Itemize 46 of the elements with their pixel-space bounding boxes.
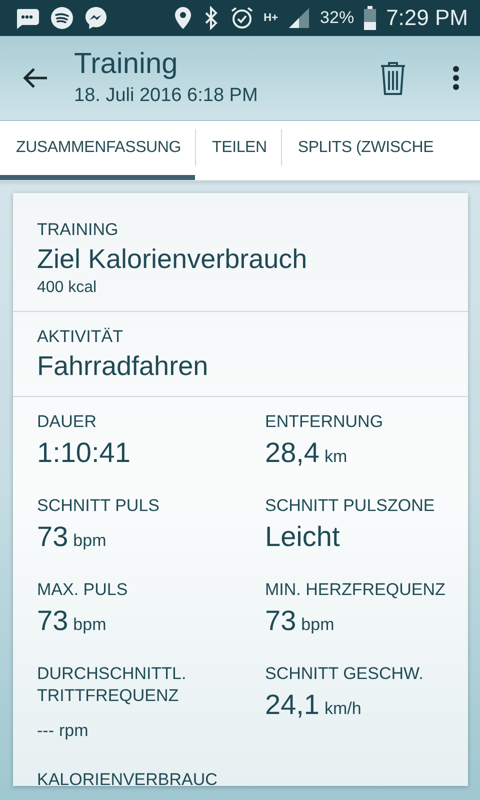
metric-value: --- xyxy=(37,721,54,740)
clock-time: 7:29 PM xyxy=(386,5,468,31)
back-arrow-icon[interactable] xyxy=(22,67,48,89)
battery-percent: 32% xyxy=(320,8,354,28)
metric-value: 24,1 xyxy=(265,689,320,720)
metric-value: 28,4 xyxy=(265,437,320,468)
delete-icon[interactable] xyxy=(380,61,406,95)
tab[interactable]: SPLITS (ZWISCHE xyxy=(282,121,448,180)
metric-unit: km xyxy=(324,447,348,466)
metric-label: DURCHSCHNITTL. TRITTFREQUENZ xyxy=(37,663,188,707)
metric-unit: rpm xyxy=(58,721,88,740)
metric-label: SCHNITT GESCHW. xyxy=(265,663,424,685)
tab[interactable]: TEILEN xyxy=(196,121,281,180)
metric-label: DAUER xyxy=(37,411,98,433)
metric-label: MIN. HERZFREQUENZ xyxy=(265,579,446,601)
battery-icon xyxy=(364,6,376,30)
section-detail: 400 kcal xyxy=(37,278,98,298)
window-title: Training xyxy=(74,47,179,81)
metric-unit: bpm xyxy=(73,531,106,550)
location-pin-icon xyxy=(174,6,192,30)
section-label: AKTIVITÄT xyxy=(37,326,124,348)
metric-label: ENTFERNUNG xyxy=(265,411,384,433)
section-label: TRAINING xyxy=(37,219,120,241)
network-type: H+ xyxy=(264,13,278,23)
alarm-clock-icon xyxy=(230,6,254,30)
metric-value: 73 xyxy=(265,605,296,636)
tab[interactable]: ZUSAMMENFASSUNG xyxy=(0,121,196,180)
section-value: Fahrradfahren xyxy=(37,350,210,383)
metric-value: 1:10:41 xyxy=(37,437,130,468)
metric-unit: km/h xyxy=(324,699,362,718)
messenger-icon xyxy=(84,6,108,30)
more-options-icon[interactable] xyxy=(452,65,460,91)
metric-label: MAX. PULS xyxy=(37,579,129,601)
metric-label: SCHNITT PULSZONE xyxy=(265,495,436,517)
signal-icon xyxy=(288,7,310,29)
metric-unit: bpm xyxy=(301,615,334,634)
metric-unit: bpm xyxy=(73,615,106,634)
metric-value: 73 xyxy=(37,605,68,636)
chat-icon xyxy=(14,7,40,29)
metric-value: 73 xyxy=(37,521,68,552)
music-app-icon xyxy=(50,6,74,30)
section-value: Ziel Kalorienverbrauch xyxy=(37,243,308,276)
metric-label: KALORIENVERBRAUC xyxy=(37,769,218,786)
metric-label: SCHNITT PULS xyxy=(37,495,160,517)
metric-value: Leicht xyxy=(265,521,340,552)
workout-date: 18. Juli 2016 6:18 PM xyxy=(74,84,259,108)
